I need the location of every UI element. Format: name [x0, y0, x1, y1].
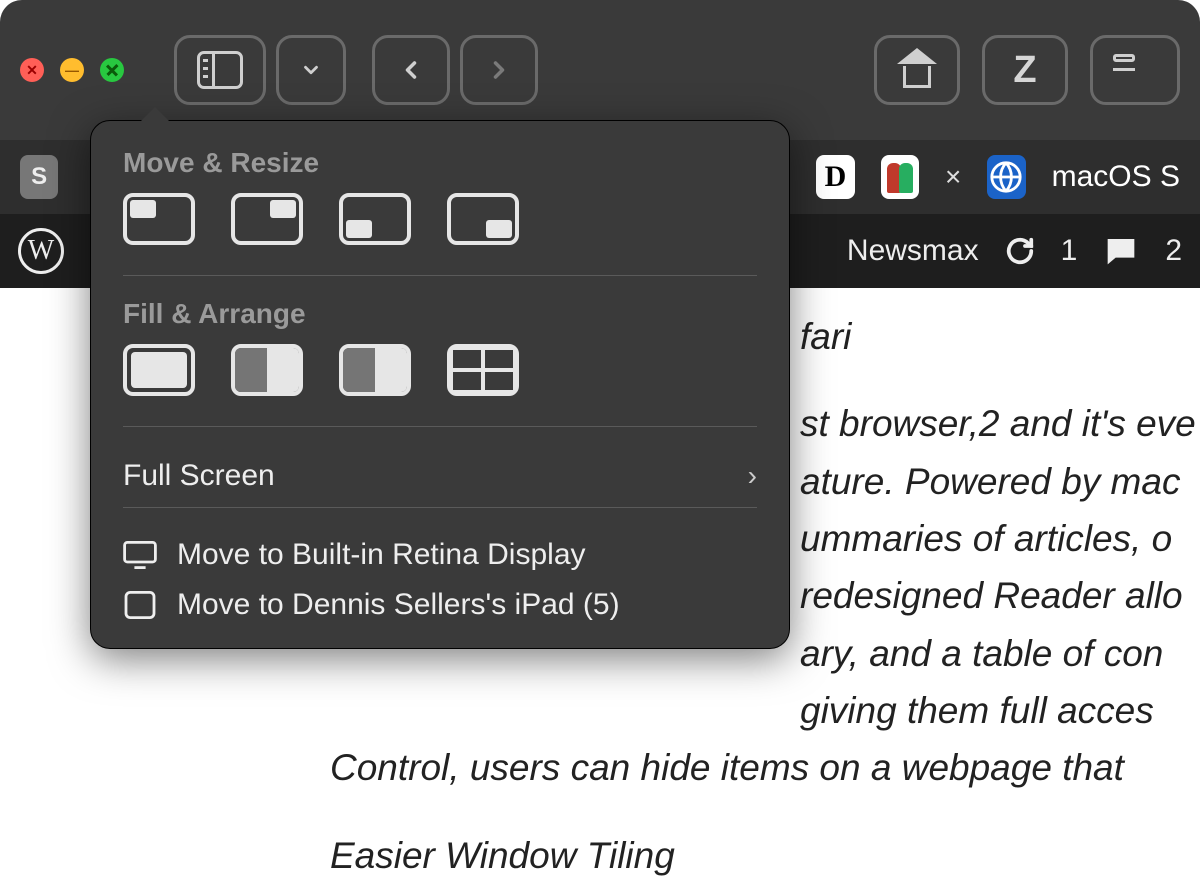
content-line: Control, users can hide items on a webpa… [330, 739, 1200, 796]
tile-top-right-button[interactable] [231, 193, 303, 245]
content-heading: Easier Window Tiling [330, 827, 1200, 884]
tab-favicon-people[interactable] [881, 155, 919, 199]
fill-arrange-options [91, 344, 789, 422]
tile-bottom-right-button[interactable] [447, 193, 519, 245]
letter-z-icon: Z [1013, 49, 1036, 92]
back-button[interactable] [372, 35, 450, 105]
chevron-left-icon [397, 56, 425, 84]
tab-label[interactable]: macOS S [1052, 160, 1180, 194]
toolbar-right-group: Z [874, 35, 1180, 105]
address-bar[interactable] [1090, 35, 1180, 105]
display-icon [123, 541, 157, 569]
menu-item-label: Move to Built-in Retina Display [177, 538, 586, 572]
window-close-button[interactable]: ✕ [20, 58, 44, 82]
divider [123, 426, 757, 427]
home-button[interactable] [874, 35, 960, 105]
globe-icon [989, 160, 1023, 194]
sidebar-toggle-button[interactable] [174, 35, 266, 105]
move-to-display-menu-item[interactable]: Move to Built-in Retina Display [91, 530, 789, 580]
toolbar-left-group [174, 35, 346, 105]
fill-screen-button[interactable] [123, 344, 195, 396]
traffic-lights: ✕ — [20, 58, 124, 82]
tile-top-left-button[interactable] [123, 193, 195, 245]
window-tiling-popover: Move & Resize Fill & Arrange Full Screen… [90, 120, 790, 649]
menu-item-label: Move to Dennis Sellers's iPad (5) [177, 588, 620, 622]
updates-count[interactable]: 1 [1061, 234, 1078, 268]
arrange-quarters-button[interactable] [447, 344, 519, 396]
zotero-button[interactable]: Z [982, 35, 1068, 105]
move-resize-options [91, 193, 789, 271]
tab-groups-dropdown-button[interactable] [276, 35, 346, 105]
divider [123, 275, 757, 276]
ipad-icon [123, 591, 157, 619]
window-zoom-button[interactable] [100, 58, 124, 82]
window-minimize-button[interactable]: — [60, 58, 84, 82]
home-icon [897, 52, 937, 88]
corner-icon [270, 200, 296, 218]
wp-site-name[interactable]: Newsmax [847, 234, 979, 268]
divider [123, 507, 757, 508]
wordpress-logo-icon[interactable]: W [18, 228, 64, 274]
chevron-right-icon: › [748, 460, 757, 492]
corner-icon [486, 220, 512, 238]
arrange-left-right-button[interactable] [231, 344, 303, 396]
tab-close-button[interactable]: × [945, 161, 961, 193]
full-screen-menu-item[interactable]: Full Screen › [91, 449, 789, 503]
tab-favicon-d[interactable]: D [816, 155, 854, 199]
menu-item-label: Full Screen [123, 459, 275, 493]
window-toolbar: ✕ — Z [0, 0, 1200, 140]
move-to-ipad-menu-item[interactable]: Move to Dennis Sellers's iPad (5) [91, 580, 789, 630]
content-line: giving them full acces [330, 682, 1200, 739]
toolbar-nav-group [372, 35, 538, 105]
popover-section-label: Move & Resize [91, 147, 789, 193]
website-settings-icon [1111, 54, 1137, 86]
popover-section-label: Fill & Arrange [91, 298, 789, 344]
comment-icon[interactable] [1103, 235, 1139, 267]
chevron-down-icon [300, 59, 322, 81]
forward-button[interactable] [460, 35, 538, 105]
tab-favicon-globe[interactable] [987, 155, 1025, 199]
updates-icon[interactable] [1005, 236, 1035, 266]
comments-count[interactable]: 2 [1165, 234, 1182, 268]
corner-icon [346, 220, 372, 238]
chevron-right-icon [485, 56, 513, 84]
arrange-three-button[interactable] [339, 344, 411, 396]
corner-icon [130, 200, 156, 218]
tile-bottom-left-button[interactable] [339, 193, 411, 245]
tab-favicon-s[interactable]: S [20, 155, 58, 199]
sidebar-icon [197, 51, 243, 89]
